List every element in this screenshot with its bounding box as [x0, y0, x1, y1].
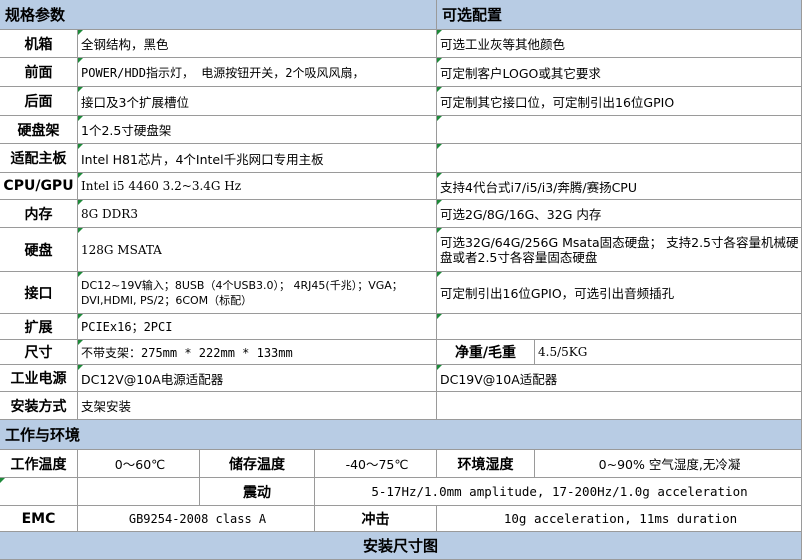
mounting-diagram-header: 安装尺寸图 — [0, 532, 802, 560]
weight-value: 4.5/5KG — [535, 340, 802, 365]
vibration-label: 震动 — [200, 478, 315, 506]
row-spec-expansion: PCIEx16；2PCI — [78, 314, 437, 340]
row-spec-memory-text: 8G DDR3 — [81, 206, 138, 221]
row-label-size: 尺寸 — [0, 340, 78, 365]
emc-label: EMC — [0, 506, 78, 532]
row-spec-memory: 8G DDR3 — [78, 200, 437, 228]
row-spec-front-text: POWER/HDD指示灯， 电源按钮开关，2个吸风风扇， — [81, 65, 365, 80]
humidity-label: 环境湿度 — [437, 450, 535, 478]
row-spec-storage: 128G MSATA — [78, 228, 437, 272]
row-spec-storage-text: 128G MSATA — [81, 242, 162, 257]
row-label-memory: 内存 — [0, 200, 78, 228]
row-option-expansion — [437, 314, 802, 340]
row-label-drive-bay: 硬盘架 — [0, 116, 78, 144]
row-spec-rear: 接口及3个扩展槽位 — [78, 87, 437, 116]
row-option-memory: 可选2G/8G/16G、32G 内存 — [437, 200, 802, 228]
row-spec-power: DC12V@10A电源适配器 — [78, 365, 437, 392]
row-label-power: 工业电源 — [0, 365, 78, 392]
row-label-motherboard: 适配主板 — [0, 144, 78, 173]
row-spec-drive-bay: 1个2.5寸硬盘架 — [78, 116, 437, 144]
row-spec-cpu: Intel i5 4460 3.2~3.4G Hz — [78, 173, 437, 200]
row-spec-size-text: 不带支架：275mm * 222mm * 133mm — [81, 345, 293, 360]
shock-value-text: 10g acceleration, 11ms duration — [503, 511, 738, 526]
row-spec-motherboard: Intel H81芯片，4个Intel千兆网口专用主板 — [78, 144, 437, 173]
row-spec-ports: DC12~19V输入；8USB（4个USB3.0）； 4RJ45(千兆）；VGA… — [78, 272, 437, 314]
spec-header: 规格参数 — [0, 0, 437, 30]
row-option-front: 可定制客户LOGO或其它要求 — [437, 58, 802, 87]
row-option-rear: 可定制其它接口位，可定制引出16位GPIO — [437, 87, 802, 116]
row-label-mounting: 安装方式 — [0, 392, 78, 420]
row-spec-chassis: 全钢结构，黑色 — [78, 30, 437, 58]
spec-sheet: 规格参数 可选配置 机箱 全钢结构，黑色 可选工业灰等其他颜色 前面 POWER… — [0, 0, 802, 560]
option-header: 可选配置 — [437, 0, 802, 30]
weight-value-text: 4.5/5KG — [538, 345, 588, 359]
storage-temp-value: -40～75℃ — [315, 450, 437, 478]
vibration-blank-cell-2 — [78, 478, 200, 506]
row-label-storage: 硬盘 — [0, 228, 78, 272]
work-temp-value: 0～60℃ — [78, 450, 200, 478]
row-option-motherboard — [437, 144, 802, 173]
row-spec-cpu-text: Intel i5 4460 3.2~3.4G Hz — [81, 179, 242, 193]
row-option-chassis: 可选工业灰等其他颜色 — [437, 30, 802, 58]
env-header: 工作与环境 — [0, 420, 802, 450]
row-option-power: DC19V@10A适配器 — [437, 365, 802, 392]
row-option-mounting — [437, 392, 802, 420]
row-spec-front: POWER/HDD指示灯， 电源按钮开关，2个吸风风扇， — [78, 58, 437, 87]
weight-label: 净重/毛重 — [437, 340, 535, 365]
row-label-cpu: CPU/GPU — [0, 173, 78, 200]
row-label-chassis: 机箱 — [0, 30, 78, 58]
row-spec-size: 不带支架：275mm * 222mm * 133mm — [78, 340, 437, 365]
row-option-drive-bay — [437, 116, 802, 144]
row-label-expansion: 扩展 — [0, 314, 78, 340]
emc-value-text: GB9254-2008 class A — [128, 511, 267, 526]
vibration-blank-cell — [0, 478, 78, 506]
emc-value: GB9254-2008 class A — [78, 506, 315, 532]
row-option-storage: 可选32G/64G/256G Msata固态硬盘； 支持2.5寸各容量机械硬盘或… — [437, 228, 802, 272]
humidity-value: 0~90% 空气湿度,无冷凝 — [535, 450, 802, 478]
shock-value: 10g acceleration, 11ms duration — [437, 506, 802, 532]
shock-label: 冲击 — [315, 506, 437, 532]
row-option-cpu: 支持4代台式i7/i5/i3/奔腾/赛扬CPU — [437, 173, 802, 200]
row-label-rear: 后面 — [0, 87, 78, 116]
row-option-ports: 可定制引出16位GPIO，可选引出音频插孔 — [437, 272, 802, 314]
row-spec-mounting: 支架安装 — [78, 392, 437, 420]
work-temp-label: 工作温度 — [0, 450, 78, 478]
row-label-front: 前面 — [0, 58, 78, 87]
vibration-value-text: 5-17Hz/1.0mm amplitude, 17-200Hz/1.0g ac… — [371, 484, 748, 499]
row-spec-expansion-text: PCIEx16；2PCI — [81, 320, 173, 334]
storage-temp-label: 储存温度 — [200, 450, 315, 478]
vibration-value: 5-17Hz/1.0mm amplitude, 17-200Hz/1.0g ac… — [315, 478, 802, 506]
row-label-ports: 接口 — [0, 272, 78, 314]
